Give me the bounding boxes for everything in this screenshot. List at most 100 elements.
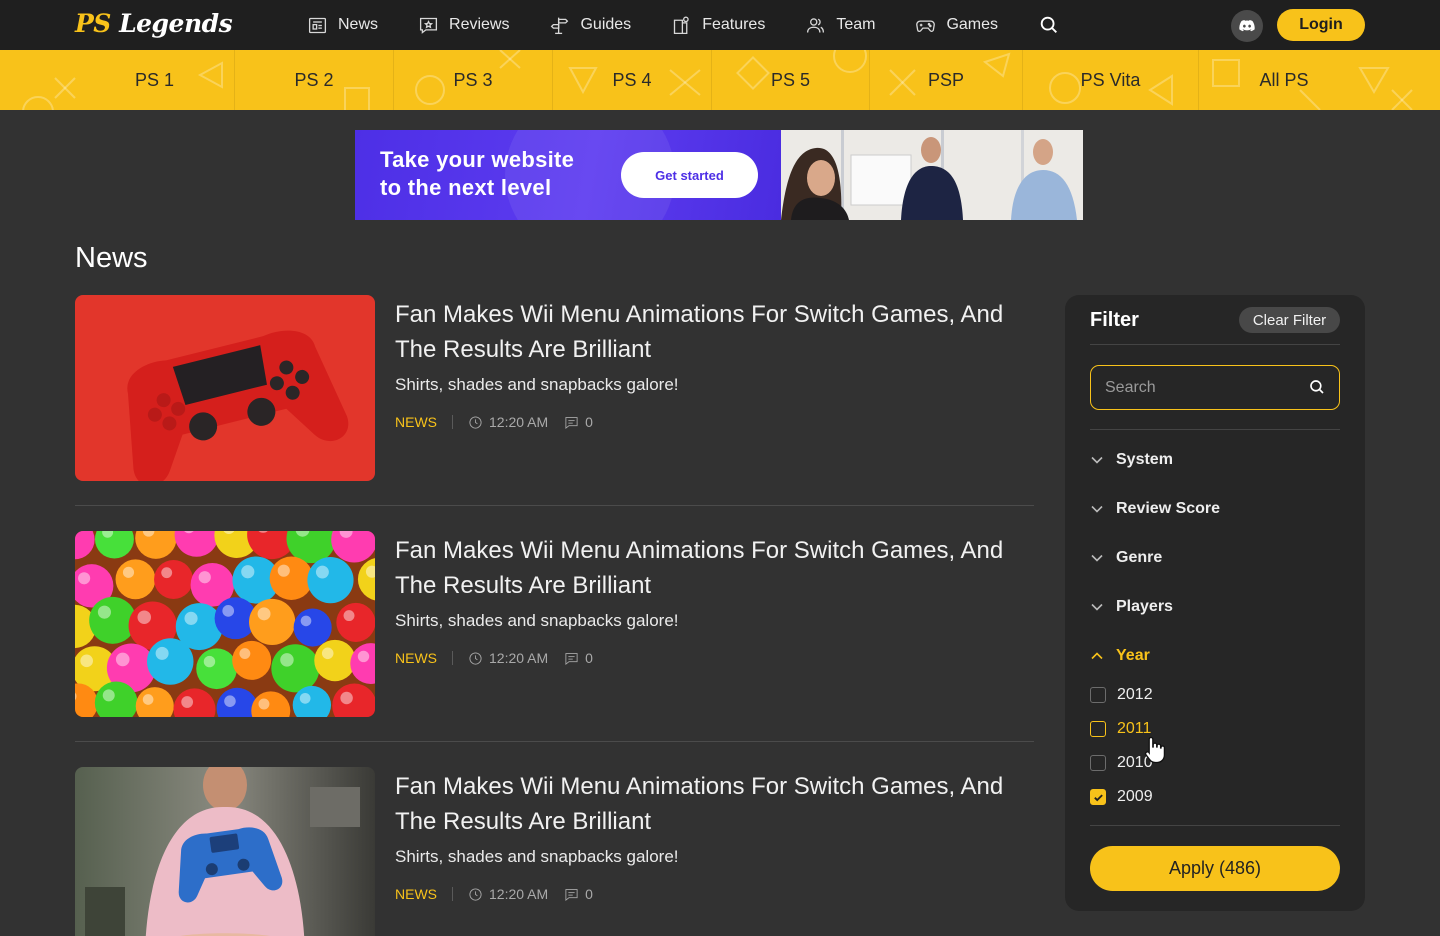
article-thumbnail[interactable] (75, 767, 375, 936)
checkbox[interactable] (1090, 687, 1106, 703)
platform-tab-ps2[interactable]: PS 2 (235, 50, 394, 110)
comment-count: 0 (585, 414, 593, 430)
facet-label: Year (1116, 647, 1150, 664)
ad-headline-line2: to the next level (380, 175, 552, 200)
header-search-icon[interactable] (1038, 14, 1060, 36)
nav-label: Features (702, 16, 766, 33)
platform-tab-all[interactable]: All PS (1199, 50, 1369, 110)
comment-icon (565, 888, 578, 901)
filter-divider (1090, 825, 1340, 826)
article-category-tag[interactable]: NEWS (395, 414, 437, 430)
facet-year[interactable]: Year (1090, 647, 1150, 665)
article-item: Fan Makes Wii Menu Animations For Switch… (75, 531, 1034, 717)
article-thumbnail[interactable] (75, 531, 375, 717)
logo-legends-text: Legends (119, 9, 233, 38)
chevron-down-icon (1091, 456, 1103, 464)
facet-label: System (1116, 451, 1173, 468)
platform-tab-ps3[interactable]: PS 3 (394, 50, 553, 110)
article-divider (75, 741, 1034, 742)
checkbox[interactable] (1090, 721, 1106, 737)
nav-item-games[interactable]: Games (915, 15, 998, 36)
comment-count: 0 (585, 886, 593, 902)
filter-search-input[interactable] (1090, 365, 1340, 410)
clear-filter-button[interactable]: Clear Filter (1239, 307, 1340, 333)
filter-panel: Filter Clear Filter System Review Score … (1065, 295, 1365, 911)
comment-icon (565, 652, 578, 665)
article-divider (75, 505, 1034, 506)
year-option-2009[interactable]: 2009 (1090, 788, 1153, 806)
nav-item-guides[interactable]: Guides (549, 15, 631, 36)
ad-banner[interactable]: Take your website to the next level Get … (355, 130, 1083, 220)
article-category-tag[interactable]: NEWS (395, 650, 437, 666)
nav-label: Team (836, 16, 876, 33)
article-title[interactable]: Fan Makes Wii Menu Animations For Switch… (395, 533, 1035, 603)
article-meta: NEWS 12:20 AM 0 (395, 650, 593, 666)
checkbox-checked[interactable] (1090, 789, 1106, 805)
platform-tab-ps1[interactable]: PS 1 (75, 50, 235, 110)
facet-players[interactable]: Players (1090, 598, 1173, 616)
search-icon[interactable] (1308, 378, 1326, 396)
chevron-up-icon (1091, 652, 1103, 660)
meta-separator (452, 415, 453, 429)
platform-tab-psvita[interactable]: PS Vita (1023, 50, 1199, 110)
page-title: News (75, 242, 148, 274)
facet-label: Review Score (1116, 500, 1221, 517)
year-option-2011[interactable]: 2011 (1090, 720, 1151, 738)
article-subtitle: Shirts, shades and snapbacks galore! (395, 611, 679, 630)
facet-review-score[interactable]: Review Score (1090, 500, 1220, 518)
apply-filter-button[interactable]: Apply (486) (1090, 846, 1340, 891)
meta-separator (452, 651, 453, 665)
year-option-2012[interactable]: 2012 (1090, 686, 1153, 704)
year-option-2010[interactable]: 2010 (1090, 754, 1153, 772)
platform-tab-ps4[interactable]: PS 4 (553, 50, 712, 110)
article-item: Fan Makes Wii Menu Animations For Switch… (75, 767, 1034, 936)
checkmark-icon (1093, 793, 1103, 801)
chevron-down-icon (1091, 603, 1103, 611)
clock-icon (469, 415, 482, 429)
star-review-icon (419, 17, 438, 34)
facet-system[interactable]: System (1090, 451, 1173, 469)
filter-title: Filter (1090, 309, 1139, 331)
article-thumbnail[interactable] (75, 295, 375, 481)
nav-item-news[interactable]: News (307, 15, 378, 36)
clock-icon (469, 887, 482, 901)
filter-divider (1090, 344, 1340, 345)
site-logo[interactable]: PS Legends (75, 9, 233, 38)
login-button[interactable]: Login (1277, 9, 1365, 41)
year-label: 2012 (1117, 686, 1153, 703)
nav-item-reviews[interactable]: Reviews (418, 15, 509, 36)
gamepad-icon (916, 19, 936, 32)
comment-count: 0 (585, 650, 593, 666)
year-label: 2010 (1117, 754, 1153, 771)
facet-label: Players (1116, 598, 1173, 615)
nav-item-team[interactable]: Team (805, 15, 875, 36)
article-item: Fan Makes Wii Menu Animations For Switch… (75, 295, 1034, 481)
article-comments[interactable]: 0 (564, 886, 593, 902)
signpost-icon (551, 17, 569, 34)
feature-doc-icon (674, 16, 689, 34)
ad-get-started-button[interactable]: Get started (621, 152, 758, 198)
newspaper-icon (308, 17, 327, 33)
facet-genre[interactable]: Genre (1090, 549, 1162, 567)
article-comments[interactable]: 0 (564, 414, 593, 430)
article-meta: NEWS 12:20 AM 0 (395, 886, 593, 902)
article-meta: NEWS 12:20 AM 0 (395, 414, 593, 430)
nav-label: Guides (580, 16, 632, 33)
platform-tab-psp[interactable]: PSP (870, 50, 1023, 110)
article-time: 12:20 AM (489, 650, 549, 666)
article-category-tag[interactable]: NEWS (395, 886, 437, 902)
platform-bar: PS 1 PS 2 PS 3 PS 4 PS 5 PSP PS Vita All… (0, 50, 1440, 110)
article-title[interactable]: Fan Makes Wii Menu Animations For Switch… (395, 769, 1035, 839)
checkbox[interactable] (1090, 755, 1106, 771)
nav-label: Reviews (449, 16, 510, 33)
ad-banner-copy: Take your website to the next level Get … (355, 130, 781, 220)
article-title[interactable]: Fan Makes Wii Menu Animations For Switch… (395, 297, 1035, 367)
platform-tab-ps5[interactable]: PS 5 (712, 50, 870, 110)
nav-label: News (338, 16, 379, 33)
team-icon (807, 17, 825, 33)
nav-label: Games (946, 16, 999, 33)
filter-divider (1090, 429, 1340, 430)
nav-item-features[interactable]: Features (671, 15, 765, 36)
article-comments[interactable]: 0 (564, 650, 593, 666)
discord-icon[interactable] (1231, 10, 1263, 42)
